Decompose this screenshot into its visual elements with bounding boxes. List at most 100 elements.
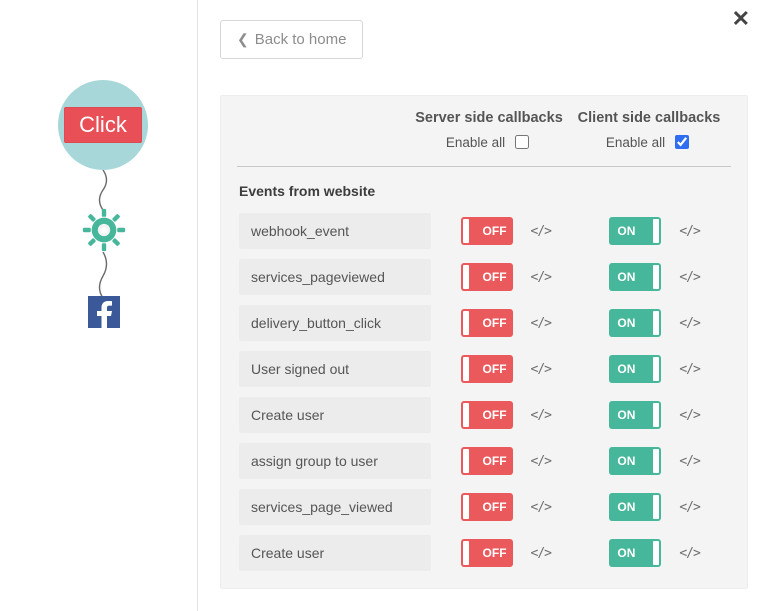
toggle-label: OFF — [483, 270, 507, 284]
gear-icon — [82, 208, 126, 252]
client-toggle-col: ON </> — [580, 539, 729, 567]
panel-header: Server side callbacks Enable all Client … — [239, 110, 729, 152]
toggle-label: ON — [617, 316, 635, 330]
client-toggle-col: ON </> — [580, 401, 729, 429]
decorative-sidebar: Click — [0, 0, 198, 611]
server-toggle-col: OFF </> — [431, 539, 580, 567]
toggle-label: ON — [617, 454, 635, 468]
event-name: Create user — [239, 397, 431, 433]
server-enable-all-checkbox[interactable] — [515, 135, 529, 149]
event-name: delivery_button_click — [239, 305, 431, 341]
server-callbacks-title: Server side callbacks — [409, 110, 569, 126]
toggle-label: ON — [617, 500, 635, 514]
client-toggle[interactable]: ON — [609, 217, 661, 245]
code-icon[interactable]: </> — [679, 408, 699, 423]
server-toggle-col: OFF </> — [431, 217, 580, 245]
server-toggle[interactable]: OFF — [461, 309, 513, 337]
client-toggle[interactable]: ON — [609, 355, 661, 383]
toggle-label: OFF — [483, 546, 507, 560]
toggle-label: ON — [617, 270, 635, 284]
code-icon[interactable]: </> — [679, 362, 699, 377]
server-toggle[interactable]: OFF — [461, 401, 513, 429]
code-icon[interactable]: </> — [531, 546, 551, 561]
client-toggle-col: ON </> — [580, 493, 729, 521]
chevron-left-icon: ❮ — [237, 31, 249, 48]
callbacks-panel: Server side callbacks Enable all Client … — [220, 95, 748, 589]
client-toggle[interactable]: ON — [609, 447, 661, 475]
client-enable-all-checkbox[interactable] — [675, 135, 689, 149]
client-toggle[interactable]: ON — [609, 539, 661, 567]
toggle-knob — [463, 541, 469, 565]
server-callbacks-header: Server side callbacks Enable all — [409, 110, 569, 152]
toggle-knob — [653, 219, 659, 243]
click-badge: Click — [64, 107, 142, 143]
server-enable-all-label: Enable all — [446, 135, 505, 150]
event-name: services_pageviewed — [239, 259, 431, 295]
server-toggle[interactable]: OFF — [461, 539, 513, 567]
toggle-knob — [463, 311, 469, 335]
client-toggle[interactable]: ON — [609, 263, 661, 291]
event-name: webhook_event — [239, 213, 431, 249]
code-icon[interactable]: </> — [531, 362, 551, 377]
toggle-knob — [463, 403, 469, 427]
client-toggle[interactable]: ON — [609, 401, 661, 429]
client-callbacks-title: Client side callbacks — [569, 110, 729, 126]
event-row: services_page_viewedOFF</>ON</> — [239, 489, 729, 525]
toggle-knob — [463, 219, 469, 243]
code-icon[interactable]: </> — [679, 224, 699, 239]
client-enable-all-label: Enable all — [606, 135, 665, 150]
code-icon[interactable]: </> — [531, 316, 551, 331]
back-to-home-button[interactable]: ❮ Back to home — [220, 20, 363, 59]
server-toggle[interactable]: OFF — [461, 447, 513, 475]
client-toggle[interactable]: ON — [609, 309, 661, 337]
toggle-label: ON — [617, 546, 635, 560]
toggle-knob — [463, 357, 469, 381]
toggle-knob — [653, 357, 659, 381]
code-icon[interactable]: </> — [531, 454, 551, 469]
code-icon[interactable]: </> — [679, 270, 699, 285]
code-icon[interactable]: </> — [531, 408, 551, 423]
client-enable-all[interactable]: Enable all — [569, 132, 729, 152]
code-icon[interactable]: </> — [531, 270, 551, 285]
toggle-knob — [653, 265, 659, 289]
toggle-knob — [463, 449, 469, 473]
toggle-knob — [653, 541, 659, 565]
toggle-label: ON — [617, 224, 635, 238]
server-toggle-col: OFF </> — [431, 263, 580, 291]
toggle-label: OFF — [483, 454, 507, 468]
event-row: delivery_button_click OFF </> ON </> — [239, 305, 729, 341]
code-icon[interactable]: </> — [679, 316, 699, 331]
main-pane: ❮ Back to home Server side callbacks Ena… — [198, 0, 768, 611]
toggle-knob — [653, 449, 659, 473]
server-toggle-col: OFF </> — [431, 401, 580, 429]
server-enable-all[interactable]: Enable all — [409, 132, 569, 152]
client-toggle[interactable]: ON — [609, 493, 661, 521]
click-node: Click — [58, 80, 148, 170]
toggle-label: OFF — [483, 362, 507, 376]
event-list: webhook_eventOFF</>ON</>services_pagevie… — [239, 213, 729, 571]
client-toggle-col: ON </> — [580, 309, 729, 337]
server-toggle[interactable]: OFF — [461, 263, 513, 291]
toggle-knob — [653, 403, 659, 427]
code-icon[interactable]: </> — [679, 454, 699, 469]
event-row: User signed out OFF </> ON </> — [239, 351, 729, 387]
client-toggle-col: ON </> — [580, 263, 729, 291]
event-row: webhook_event OFF </> ON </> — [239, 213, 729, 249]
code-icon[interactable]: </> — [531, 224, 551, 239]
facebook-icon — [88, 296, 120, 328]
event-row: services_pageviewed OFF </> ON </> — [239, 259, 729, 295]
event-name: User signed out — [239, 351, 431, 387]
code-icon[interactable]: </> — [679, 546, 699, 561]
toggle-knob — [463, 265, 469, 289]
toggle-knob — [653, 311, 659, 335]
code-icon[interactable]: </> — [679, 500, 699, 515]
toggle-label: OFF — [483, 316, 507, 330]
code-icon[interactable]: </> — [531, 500, 551, 515]
server-toggle[interactable]: OFF — [461, 217, 513, 245]
server-toggle[interactable]: OFF — [461, 355, 513, 383]
event-row: assign group to userOFF</>ON</> — [239, 443, 729, 479]
event-row: Create user OFF </> ON </> — [239, 397, 729, 433]
connector-line — [98, 170, 114, 210]
server-toggle[interactable]: OFF — [461, 493, 513, 521]
server-toggle-col: OFF </> — [431, 355, 580, 383]
